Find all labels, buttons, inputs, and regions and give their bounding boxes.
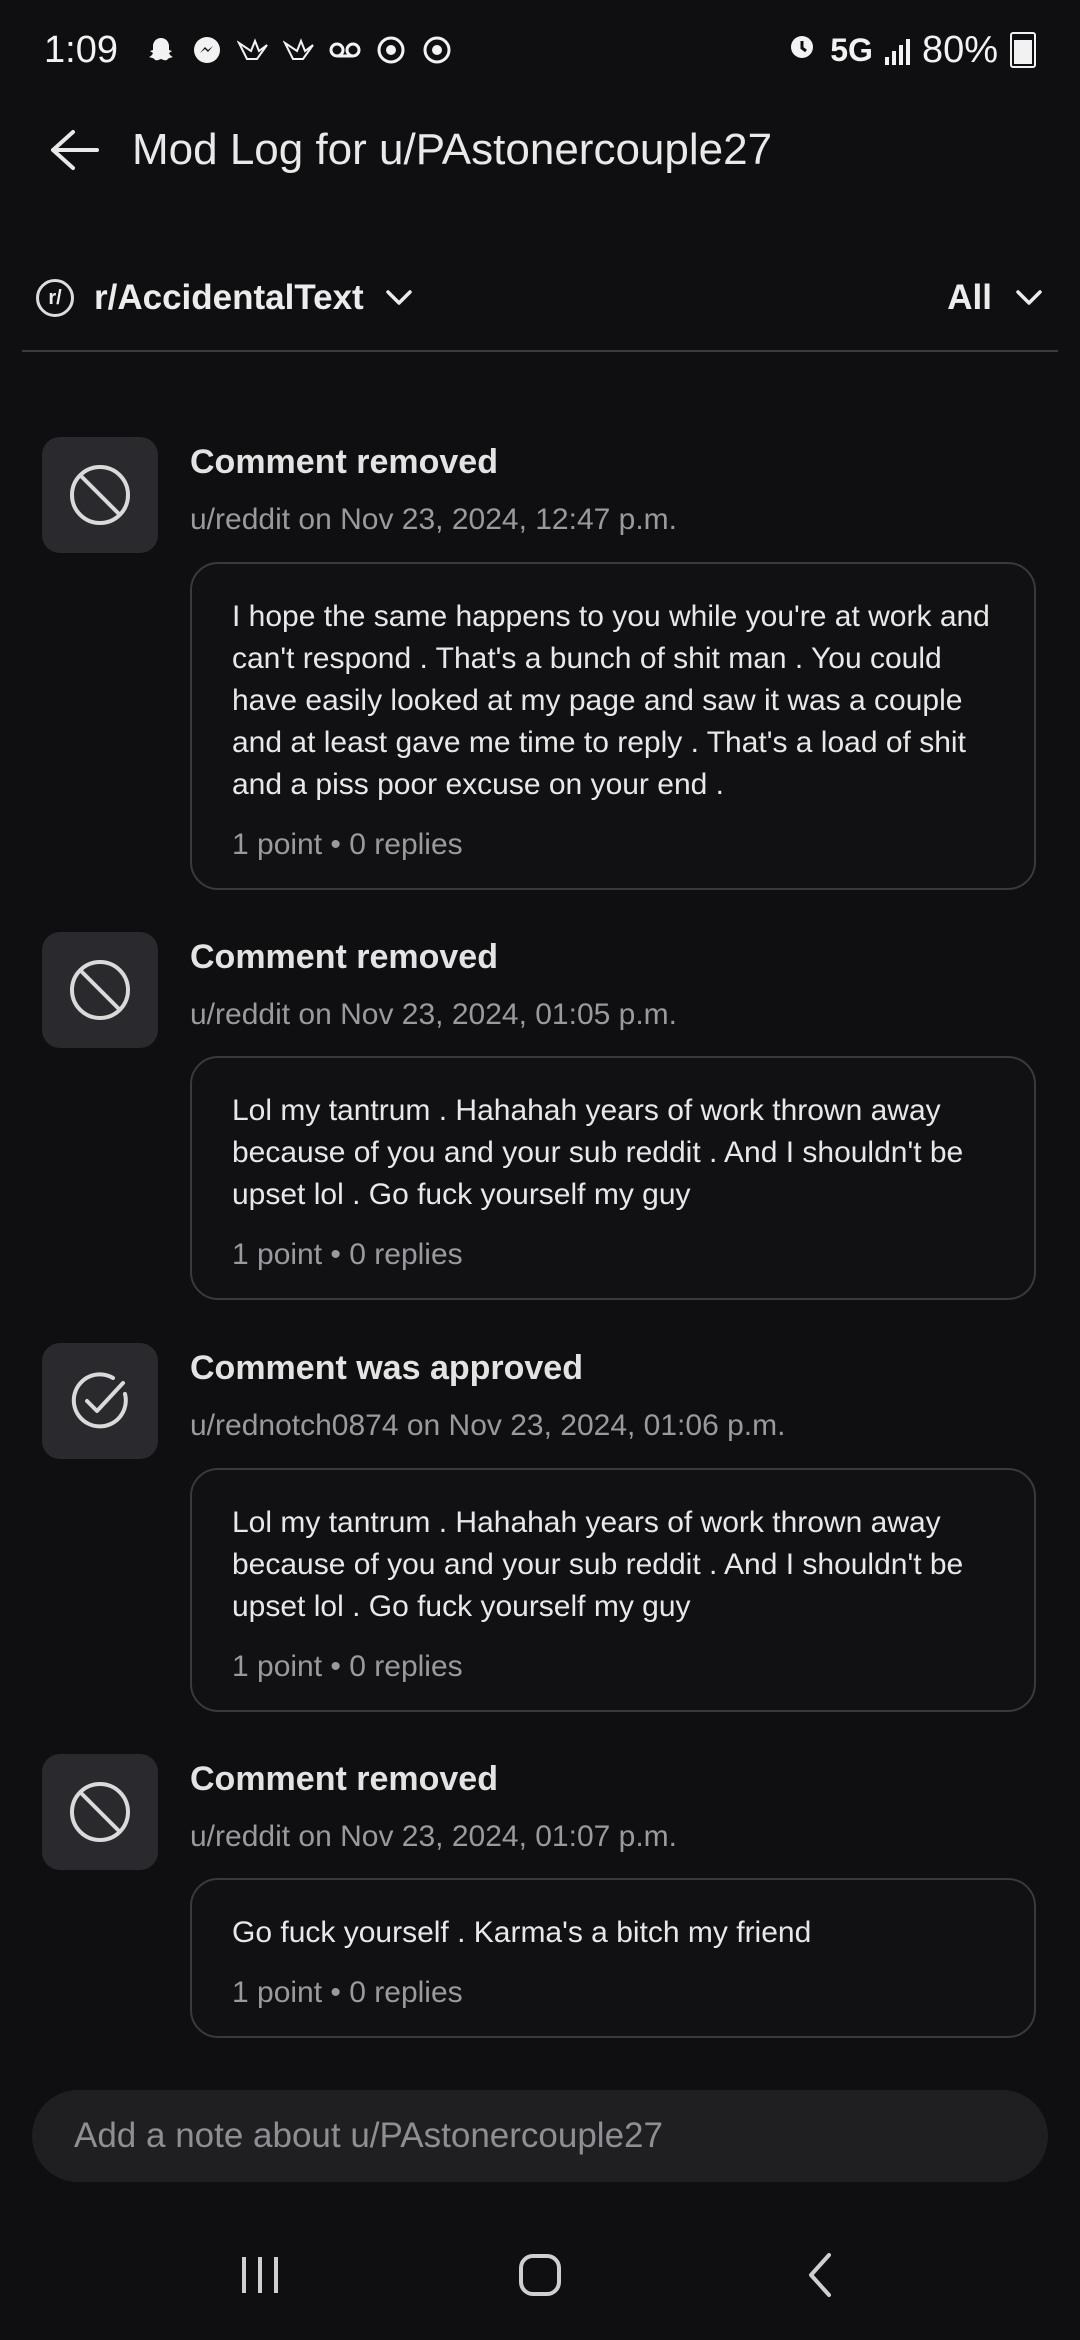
entry-title: Comment removed [190,1760,498,1798]
bird-icon [236,33,270,67]
divider [22,350,1058,352]
action-filter-selector[interactable]: All [947,278,1044,318]
network-type: 5G [830,31,873,68]
comment-stats: 1 point • 0 replies [232,1650,463,1683]
removed-icon [42,437,158,553]
comment-text: Lol my tantrum . Hahahah years of work t… [232,1094,964,1211]
chevron-left-icon [809,2253,831,2297]
action-filter-label: All [947,278,992,317]
subreddit-icon: r/ [36,279,74,317]
entry-meta: u/reddit on Nov 23, 2024, 01:07 p.m. [190,1820,677,1853]
comment-card[interactable]: Lol my tantrum . Hahahah years of work t… [190,1468,1036,1712]
comment-text: Go fuck yourself . Karma's a bitch my fr… [232,1916,812,1949]
notification-icons [144,33,454,67]
status-right: 5G 80% [786,29,1036,72]
comment-stats: 1 point • 0 replies [232,1976,463,2009]
page-title: Mod Log for u/PAstonercouple27 [132,125,773,174]
comment-stats: 1 point • 0 replies [232,1238,463,1271]
entry-meta: u/reddit on Nov 23, 2024, 12:47 p.m. [190,503,677,536]
filter-row: r/ r/AccidentalText All [0,262,1080,334]
header: Mod Log for u/PAstonercouple27 [0,110,1080,190]
comment-card[interactable]: I hope the same happens to you while you… [190,562,1036,890]
recent-apps-icon [242,2257,278,2293]
note-input[interactable] [32,2090,1048,2182]
subreddit-selector[interactable]: r/ r/AccidentalText [36,278,414,318]
signal-icon [884,35,910,65]
arrow-left-icon [51,130,99,170]
entry-title: Comment was approved [190,1349,583,1387]
entry-title: Comment removed [190,443,498,481]
subreddit-name: r/AccidentalText [94,278,364,317]
snapchat-icon [144,33,178,67]
approved-icon [42,1343,158,1459]
entry-title: Comment removed [190,938,498,976]
battery-percent: 80% [921,28,998,71]
back-button[interactable] [34,110,114,190]
entry-meta: u/rednotch0874 on Nov 23, 2024, 01:06 p.… [190,1409,786,1442]
home-button[interactable] [495,2230,585,2320]
home-icon [519,2254,561,2296]
voicemail-icon [328,33,362,67]
bird-icon [282,33,316,67]
back-nav-button[interactable] [775,2230,865,2320]
removed-icon [42,1754,158,1870]
comment-card[interactable]: Lol my tantrum . Hahahah years of work t… [190,1056,1036,1300]
comment-text: I hope the same happens to you while you… [232,600,990,801]
comment-stats: 1 point • 0 replies [232,828,463,861]
messenger-icon [190,33,224,67]
chrome-icon [420,33,454,67]
recent-apps-button[interactable] [215,2230,305,2320]
battery-icon [1010,32,1036,68]
status-bar: 1:09 5G 80% [0,0,1080,100]
system-nav-bar [0,2220,1080,2330]
chevron-down-icon [1016,290,1042,305]
chrome-icon [374,33,408,67]
comment-card[interactable]: Go fuck yourself . Karma's a bitch my fr… [190,1878,1036,2038]
alarm-icon [786,29,818,72]
status-time: 1:09 [44,28,118,71]
status-left: 1:09 [44,29,454,72]
comment-text: Lol my tantrum . Hahahah years of work t… [232,1506,964,1623]
chevron-down-icon [385,290,412,305]
removed-icon [42,932,158,1048]
entry-meta: u/reddit on Nov 23, 2024, 01:05 p.m. [190,998,677,1031]
